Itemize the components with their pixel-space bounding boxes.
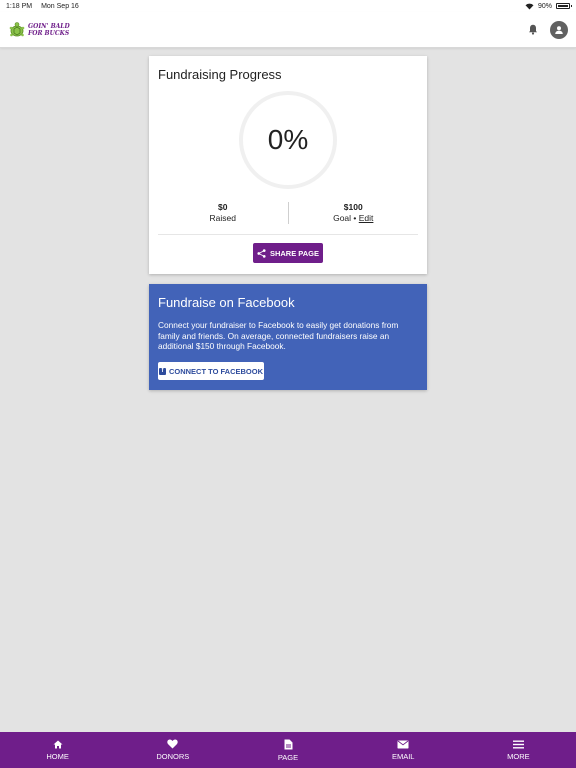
- goal-stat: $100 Goal • Edit: [289, 202, 419, 226]
- nav-item-more[interactable]: MORE: [461, 732, 576, 768]
- status-bar: 1:18 PM Mon Sep 16 90%: [0, 0, 576, 12]
- share-page-label: SHARE PAGE: [269, 248, 320, 258]
- nav-label-home: HOME: [46, 751, 69, 761]
- avatar[interactable]: [550, 20, 568, 39]
- facebook-description: Connect your fundraiser to Facebook to e…: [158, 320, 399, 351]
- facebook-title: Fundraise on Facebook: [158, 295, 295, 310]
- logo-text-line1: GOIN' BALD: [28, 22, 70, 30]
- stats-row: $0 Raised $100 Goal • Edit: [158, 202, 418, 226]
- logo-text-line2: FOR BUCKS: [28, 29, 70, 37]
- facebook-card: Fundraise on Facebook Connect your fundr…: [149, 284, 427, 390]
- card-title: Fundraising Progress: [158, 67, 282, 82]
- nav-item-home[interactable]: HOME: [0, 732, 115, 768]
- goal-label: Goal •: [333, 212, 357, 223]
- heart-icon: [167, 739, 178, 749]
- status-time: 1:18 PM: [6, 2, 33, 10]
- divider: [158, 234, 418, 235]
- share-page-button[interactable]: SHARE PAGE: [253, 243, 323, 263]
- progress-percent: 0%: [267, 124, 309, 155]
- bottom-nav: HOME DONORS PAGE EMAIL MORE: [0, 732, 576, 768]
- fundraising-progress-card: Fundraising Progress 0% $0 Raised $100 G…: [149, 56, 427, 274]
- nav-label-page: PAGE: [277, 752, 299, 762]
- share-icon: [257, 248, 266, 258]
- edit-goal-link[interactable]: Edit: [359, 213, 374, 223]
- status-date: Mon Sep 16: [41, 2, 79, 10]
- nav-item-page[interactable]: PAGE: [230, 732, 345, 768]
- app-header: GOIN' BALD FOR BUCKS: [0, 12, 576, 48]
- person-icon: [555, 25, 563, 34]
- connect-facebook-label: CONNECT TO FACEBOOK: [168, 366, 264, 376]
- nav-item-donors[interactable]: DONORS: [115, 732, 230, 768]
- nav-label-donors: DONORS: [156, 752, 190, 761]
- facebook-icon: f: [158, 367, 166, 375]
- goal-value: $100: [343, 202, 363, 212]
- email-icon: [397, 740, 409, 748]
- wifi-icon: [525, 3, 534, 10]
- goal-line: Goal • Edit: [289, 213, 419, 224]
- logo[interactable]: GOIN' BALD FOR BUCKS: [8, 21, 70, 39]
- menu-icon: [512, 740, 524, 748]
- nav-label-email: EMAIL: [391, 751, 415, 761]
- nav-label-more: MORE: [507, 751, 530, 761]
- bell-icon[interactable]: [528, 24, 538, 35]
- battery-icon: [556, 3, 572, 9]
- page-icon: [284, 739, 292, 749]
- home-icon: [53, 740, 63, 748]
- logo-text: GOIN' BALD FOR BUCKS: [28, 23, 70, 37]
- status-right: 90%: [525, 2, 572, 10]
- raised-stat: $0 Raised: [158, 202, 288, 226]
- battery-percent: 90%: [537, 2, 552, 10]
- turtle-logo-icon: [9, 21, 25, 36]
- nav-item-email[interactable]: EMAIL: [346, 732, 461, 768]
- raised-value: $0: [218, 202, 228, 212]
- connect-facebook-button[interactable]: f CONNECT TO FACEBOOK: [158, 362, 264, 380]
- raised-label: Raised: [209, 212, 236, 223]
